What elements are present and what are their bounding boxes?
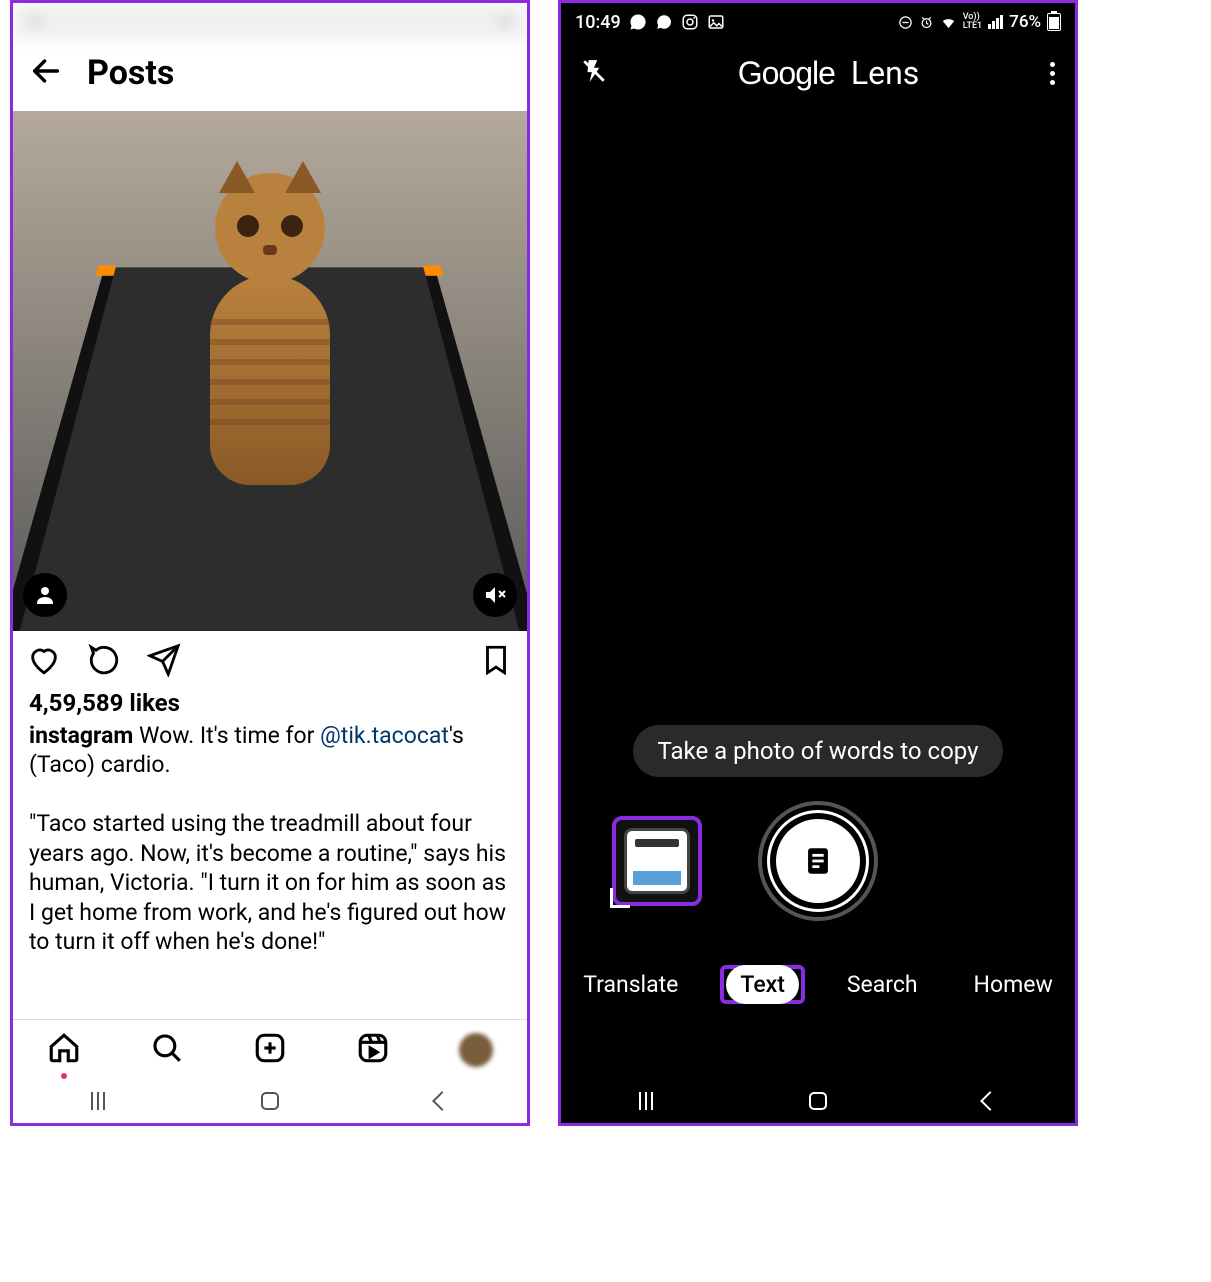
mode-search[interactable]: Search [833,965,932,1004]
post-caption[interactable]: instagram Wow. It's time for @tik.tacoca… [13,721,527,957]
lens-mode-bar[interactable]: Translate Text Search Homew [561,965,1075,1004]
nav-home-icon[interactable] [47,1031,81,1069]
tagged-people-icon[interactable] [23,573,67,617]
wifi-status-icon [940,14,957,31]
likes-count[interactable]: 4,59,589 likes [13,687,527,721]
nav-profile-avatar[interactable] [459,1033,493,1067]
battery-icon [1047,13,1061,31]
recents-button[interactable] [91,1092,105,1110]
image-status-icon [707,13,725,31]
recents-button[interactable] [639,1092,653,1110]
google-lens-screen: 10:49 Vo))LTE1 76% Google Lens Take a ph… [558,0,1078,1126]
mode-translate[interactable]: Translate [569,965,692,1004]
overflow-menu-icon[interactable] [1050,62,1055,85]
caption-text-1: Wow. It's time for [133,722,320,749]
instagram-screen: —— Posts [10,0,530,1126]
title-lens: Lens [851,54,919,92]
flash-off-icon[interactable] [581,58,607,88]
hint-chip: Take a photo of words to copy [633,725,1002,777]
like-heart-icon[interactable] [27,643,61,681]
shutter-button[interactable] [758,801,878,921]
mode-text-highlight: Text [720,965,805,1004]
status-bar: 10:49 Vo))LTE1 76% [561,3,1075,41]
nav-reels-icon[interactable] [356,1031,390,1069]
alarm-status-icon [919,15,934,30]
nav-new-post-icon[interactable] [253,1031,287,1069]
bookmark-icon[interactable] [479,643,513,681]
android-system-nav [561,1079,1075,1123]
back-button[interactable] [432,1091,452,1111]
page-title: Posts [87,53,174,93]
battery-percent: 76% [1009,12,1041,32]
home-button[interactable] [261,1092,279,1110]
status-time: 10:49 [575,12,621,33]
instagram-status-icon [681,13,699,31]
mode-text[interactable]: Text [726,965,799,1004]
post-media[interactable] [13,111,527,631]
whatsapp-status-icon [629,13,647,31]
caption-mention[interactable]: @tik.tacocat [320,722,449,749]
cat-graphic [170,173,370,503]
app-title: Google Lens [738,54,920,92]
share-icon[interactable] [147,643,181,681]
comment-icon[interactable] [87,643,121,681]
network-label: Vo))LTE1 [963,13,982,31]
dnd-status-icon [898,15,913,30]
back-button[interactable] [980,1091,1000,1111]
signal-icon [988,15,1003,29]
title-google: Google [738,55,835,92]
chat-status-icon [655,13,673,31]
caption-username[interactable]: instagram [29,722,133,749]
nav-search-icon[interactable] [150,1031,184,1069]
mode-homework[interactable]: Homew [960,965,1067,1004]
text-document-icon [801,844,835,878]
instagram-bottom-nav [13,1019,527,1079]
gallery-thumbnail-button[interactable] [612,816,702,906]
caption-para-2: "Taco started using the treadmill about … [29,810,506,955]
status-bar-blurred: —— [13,3,527,39]
post-action-bar [13,631,527,687]
lens-header: Google Lens [561,41,1075,105]
home-button[interactable] [809,1092,827,1110]
camera-viewfinder[interactable] [561,105,1075,725]
back-arrow-icon[interactable] [29,54,63,92]
posts-header: Posts [13,39,527,111]
android-system-nav [13,1079,527,1123]
sound-muted-icon[interactable] [473,573,517,617]
